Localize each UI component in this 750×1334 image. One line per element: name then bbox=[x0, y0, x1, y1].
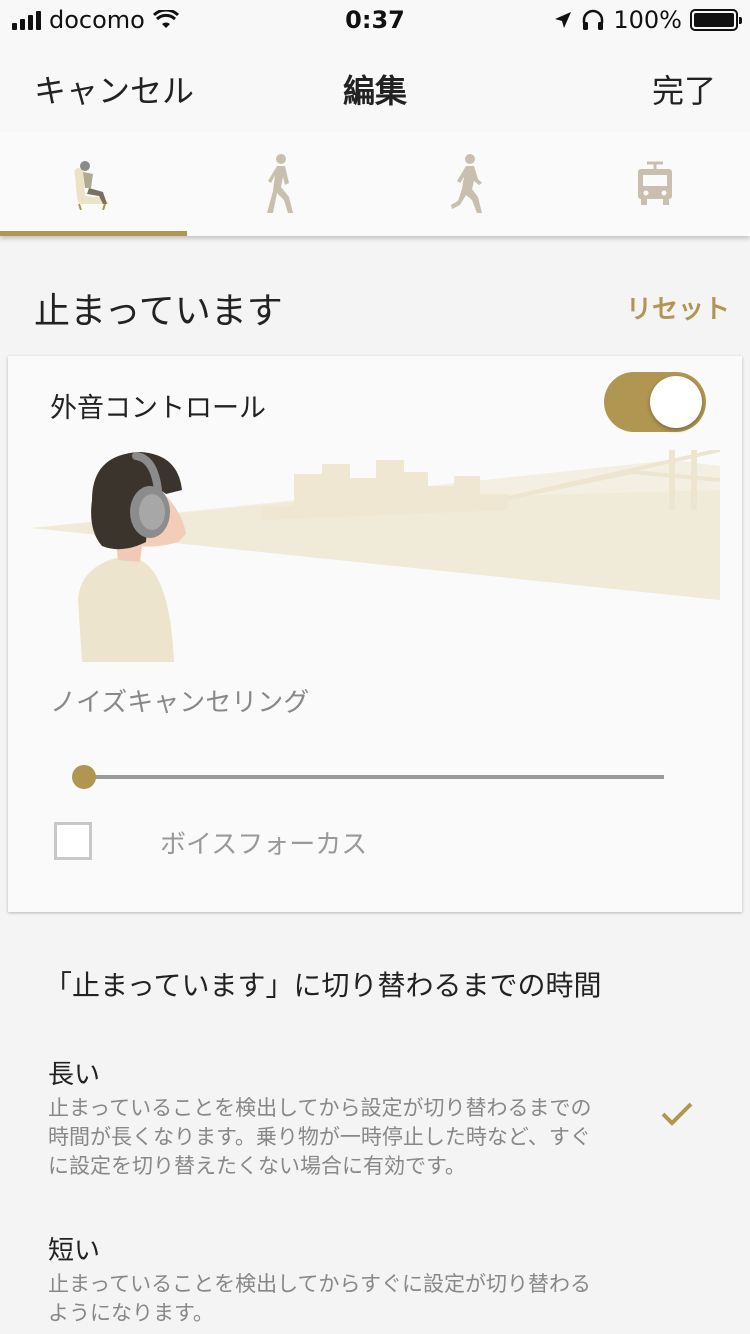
option-title: 長い bbox=[48, 1060, 101, 1090]
timing-section-title: 「止まっています」に切り替わるまでの時間 bbox=[44, 969, 602, 1002]
tab-running[interactable] bbox=[374, 132, 561, 236]
sitting-person-icon bbox=[74, 161, 109, 210]
toggle-knob bbox=[650, 376, 702, 428]
option-long[interactable]: 長い 止まっていることを検出してから設定が切り替わるまでの時間が長くなります。乗… bbox=[0, 1054, 750, 1194]
tab-transport[interactable] bbox=[561, 132, 748, 236]
activity-tabs bbox=[0, 132, 750, 236]
status-bar: docomo 0:37 100% bbox=[0, 0, 750, 40]
ambient-sound-illustration bbox=[32, 450, 720, 662]
tab-staying[interactable] bbox=[0, 132, 187, 236]
option-description: 止まっていることを検出してから設定が切り替わるまでの時間が長くなります。乗り物が… bbox=[48, 1096, 592, 1178]
battery-percent: 100% bbox=[613, 6, 682, 34]
done-button[interactable]: 完了 bbox=[652, 66, 716, 112]
navigation-bar: キャンセル 編集 完了 bbox=[0, 40, 750, 132]
train-icon bbox=[637, 161, 672, 205]
walking-person-icon bbox=[266, 154, 293, 213]
ambient-level-slider[interactable] bbox=[84, 775, 664, 779]
slider-thumb[interactable] bbox=[72, 765, 96, 789]
option-description: 止まっていることを検出してからすぐに設定が切り替わるようになります。 bbox=[48, 1272, 592, 1325]
running-person-icon bbox=[450, 154, 482, 213]
noise-cancelling-label: ノイズキャンセリング bbox=[50, 688, 310, 718]
tab-walking[interactable] bbox=[187, 132, 374, 236]
ambient-control-label: 外音コントロール bbox=[50, 393, 266, 424]
ambient-control-toggle[interactable] bbox=[604, 372, 706, 432]
status-right: 100% bbox=[553, 6, 742, 34]
voice-focus-label: ボイスフォーカス bbox=[160, 830, 368, 860]
page-title: 編集 bbox=[342, 72, 407, 110]
voice-focus-checkbox[interactable] bbox=[54, 822, 92, 860]
battery-icon bbox=[690, 9, 742, 31]
checkmark-icon bbox=[661, 1102, 693, 1126]
location-arrow-icon bbox=[555, 12, 572, 28]
headphones-icon bbox=[583, 9, 604, 30]
reset-button[interactable]: リセット bbox=[626, 289, 730, 326]
section-title: 止まっています bbox=[34, 291, 283, 332]
tab-selected-indicator bbox=[0, 231, 187, 236]
option-title: 短い bbox=[48, 1236, 101, 1266]
settings-card: 外音コントロール ノイズキャンセリング ボイスフォーカス bbox=[8, 356, 742, 912]
battery-fill bbox=[694, 13, 734, 27]
option-short[interactable]: 短い 止まっていることを検出してからすぐに設定が切り替わるようになります。 bbox=[0, 1230, 750, 1334]
